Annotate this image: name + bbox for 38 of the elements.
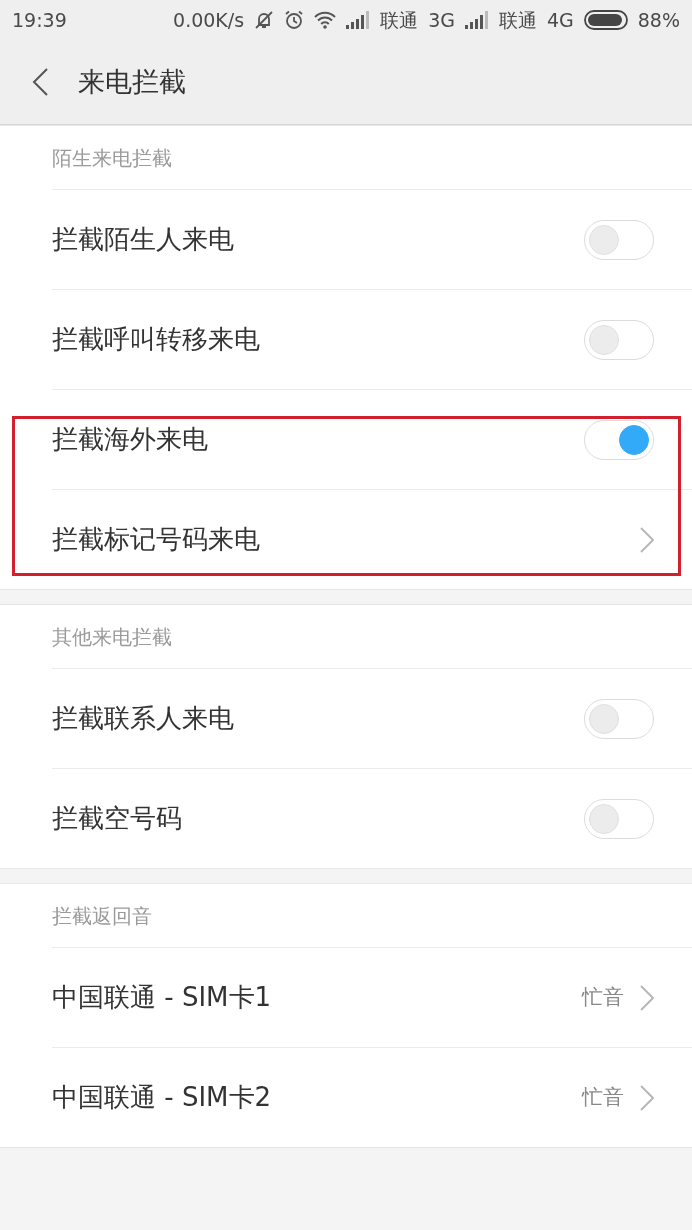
setting-label: 拦截联系人来电 xyxy=(52,702,234,735)
settings-list-item[interactable]: 拦截标记号码来电 xyxy=(52,489,692,589)
signal-icon xyxy=(346,11,371,29)
section-title: 陌生来电拦截 xyxy=(52,145,172,170)
section-title: 拦截返回音 xyxy=(52,903,152,928)
setting-label: 中国联通 - SIM卡2 xyxy=(52,1081,272,1114)
setting-label: 拦截空号码 xyxy=(52,802,182,835)
page-title: 来电拦截 xyxy=(78,65,186,99)
chevron-right-icon xyxy=(640,984,654,1011)
setting-label: 拦截标记号码来电 xyxy=(52,523,260,556)
setting-label: 中国联通 - SIM卡1 xyxy=(52,981,272,1014)
setting-label: 拦截陌生人来电 xyxy=(52,223,234,256)
setting-value: 忙音 xyxy=(582,1084,624,1111)
toggle-switch[interactable] xyxy=(584,319,654,360)
network-speed: 0.00K/s xyxy=(173,10,245,30)
toggle-switch[interactable] xyxy=(584,419,654,460)
section-title: 其他来电拦截 xyxy=(52,624,172,649)
chevron-right-icon xyxy=(640,1084,654,1111)
muted-bell-icon xyxy=(254,10,275,30)
setting-label: 拦截海外来电 xyxy=(52,423,208,456)
network-type: 4G xyxy=(546,10,574,30)
wifi-icon xyxy=(314,11,337,29)
settings-list-item[interactable]: 中国联通 - SIM卡1 忙音 xyxy=(52,947,692,1047)
signal-icon xyxy=(464,11,489,29)
settings-list-item[interactable]: 中国联通 - SIM卡2 忙音 xyxy=(52,1047,692,1147)
setting-value: 忙音 xyxy=(582,984,624,1011)
status-time: 19:39 xyxy=(12,10,67,30)
battery-percent: 88% xyxy=(637,10,680,30)
toggle-switch[interactable] xyxy=(584,219,654,260)
carrier-name: 联通 xyxy=(498,10,537,30)
alarm-clock-icon xyxy=(284,10,305,30)
toggle-switch[interactable] xyxy=(584,698,654,739)
toggle-switch[interactable] xyxy=(584,798,654,839)
battery-icon xyxy=(583,10,628,30)
carrier-name: 联通 xyxy=(380,10,419,30)
network-type: 3G xyxy=(428,10,455,30)
setting-label: 拦截呼叫转移来电 xyxy=(52,323,260,356)
chevron-right-icon xyxy=(640,526,654,553)
